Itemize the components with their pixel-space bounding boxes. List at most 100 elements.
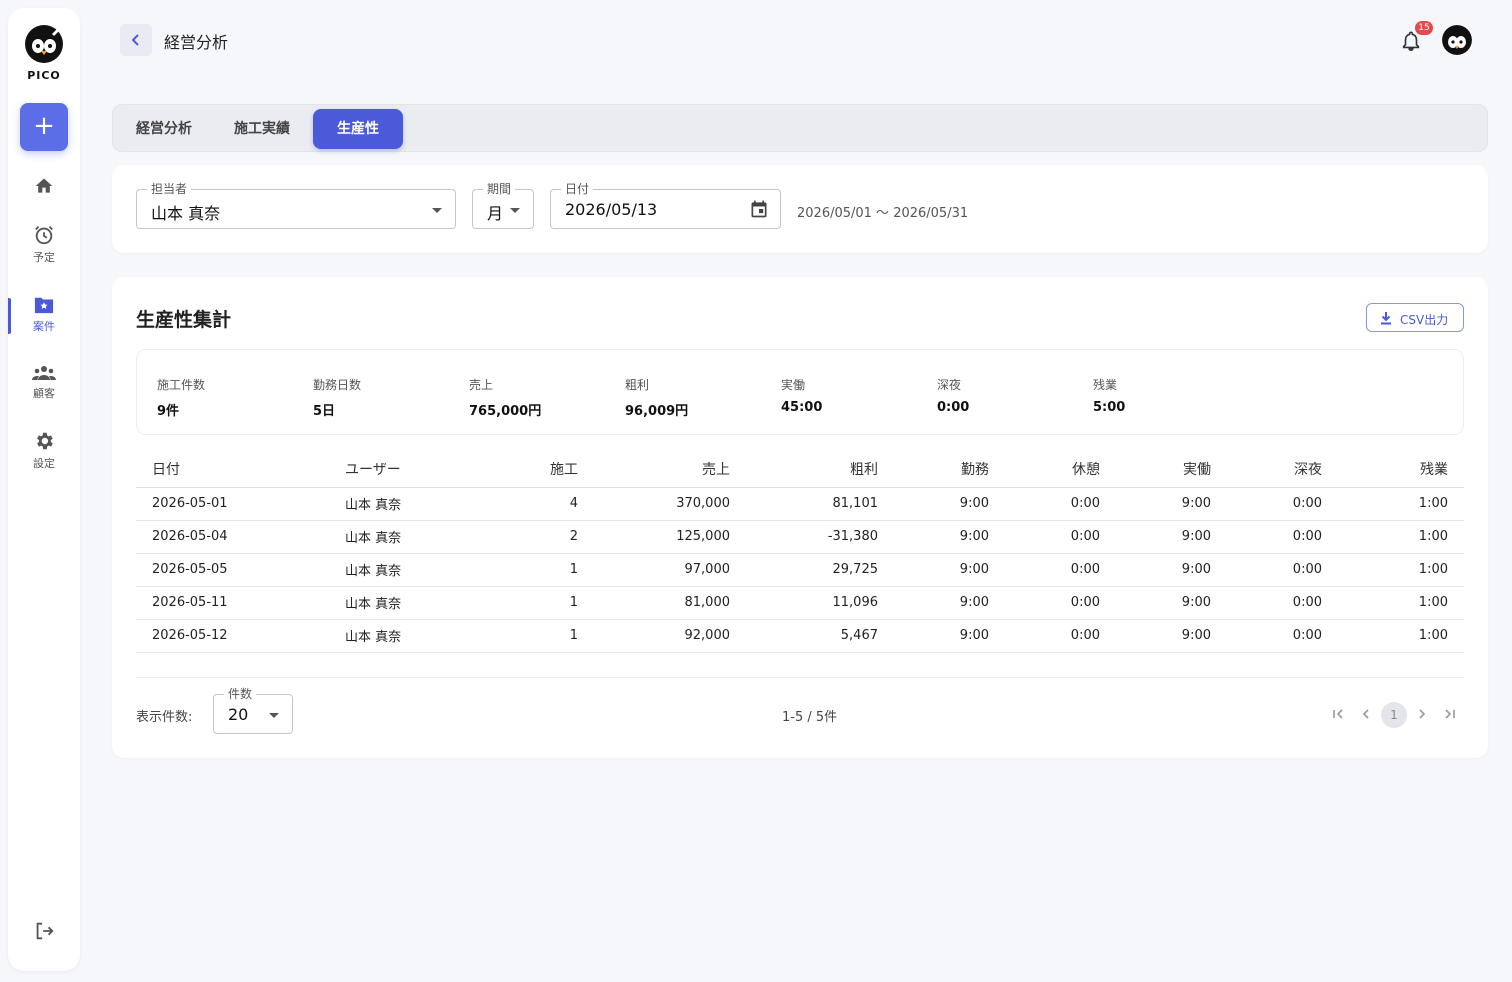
cell-work: 9:00: [894, 487, 1005, 521]
cell-actual: 9:00: [1116, 586, 1227, 620]
column-header-actual[interactable]: 実働: [1116, 452, 1227, 488]
download-icon: [1381, 312, 1391, 325]
sidebar-item-settings[interactable]: 設定: [8, 430, 80, 471]
stat-label: 勤務日数: [313, 378, 362, 392]
tab-management-analysis[interactable]: 経営分析: [121, 109, 207, 149]
add-new-button[interactable]: +: [20, 103, 68, 151]
home-icon: [35, 178, 53, 193]
page-1-button[interactable]: 1: [1381, 702, 1407, 728]
cell-gross-profit: 11,096: [746, 586, 894, 620]
date-field[interactable]: 日付 2026/05/13: [550, 182, 781, 229]
next-page-button[interactable]: [1415, 706, 1429, 725]
cell-construction: 2: [522, 520, 594, 554]
csv-export-button[interactable]: CSV出力: [1366, 303, 1464, 332]
tab-construction-results[interactable]: 施工実績: [217, 109, 307, 149]
column-header-construction[interactable]: 施工: [522, 452, 594, 488]
table-row[interactable]: 2026-05-11 山本 真奈 1 81,000 11,096 9:00 0:…: [136, 586, 1464, 620]
chevron-left-icon: [1362, 709, 1369, 719]
date-label: 日付: [561, 182, 594, 196]
per-page-field-label: 件数: [224, 687, 257, 701]
last-page-button[interactable]: [1443, 706, 1457, 725]
per-page-label: 表示件数:: [136, 710, 193, 725]
stat-actual-hours: 実働 45:00: [781, 376, 822, 415]
section-title: 生産性集計: [136, 309, 232, 331]
sidebar-item-home[interactable]: [8, 176, 80, 196]
cell-work: 9:00: [894, 520, 1005, 554]
period-select[interactable]: 期間 月: [472, 182, 534, 229]
back-button[interactable]: [120, 24, 152, 56]
stat-value: 96,009円: [625, 404, 689, 419]
people-icon: [32, 366, 56, 380]
stat-label: 粗利: [625, 378, 650, 392]
sidebar-item-label: 案件: [33, 320, 55, 333]
cell-gross-profit: -31,380: [746, 520, 894, 554]
cell-overtime: 1:00: [1338, 487, 1464, 521]
logo-text: PICO: [27, 69, 61, 82]
stat-value: 5:00: [1093, 400, 1126, 415]
column-header-date[interactable]: 日付: [136, 452, 329, 488]
date-value: 2026/05/13: [565, 200, 658, 219]
caret-down-icon: [269, 713, 279, 718]
cell-gross-profit: 81,101: [746, 487, 894, 521]
sidebar-item-schedule[interactable]: 予定: [8, 224, 80, 265]
first-page-button[interactable]: [1331, 706, 1345, 725]
cell-break: 0:00: [1005, 553, 1116, 587]
cell-actual: 9:00: [1116, 553, 1227, 587]
stat-gross-profit: 粗利 96,009円: [625, 376, 688, 419]
first-page-icon: [1333, 709, 1343, 719]
cell-gross-profit: 29,725: [746, 553, 894, 587]
cell-overtime: 1:00: [1338, 553, 1464, 587]
cell-late-night: 0:00: [1227, 619, 1338, 653]
sidebar-item-projects[interactable]: 案件: [8, 295, 80, 334]
cell-break: 0:00: [1005, 487, 1116, 521]
stat-sales: 売上 765,000円: [469, 376, 541, 419]
caret-down-icon: [510, 208, 520, 213]
sidebar-item-label: 顧客: [33, 387, 55, 400]
column-header-break[interactable]: 休憩: [1005, 452, 1116, 488]
assignee-select[interactable]: 担当者 山本 真奈: [136, 182, 456, 229]
calendar-icon[interactable]: [749, 199, 769, 219]
cell-user: 山本 真奈: [329, 520, 522, 554]
summary-stats: 施工件数 9件 勤務日数 5日 売上 765,000円 粗利 96,009円 実…: [136, 349, 1464, 435]
table-row[interactable]: 2026-05-12 山本 真奈 1 92,000 5,467 9:00 0:0…: [136, 619, 1464, 653]
cell-construction: 1: [522, 553, 594, 587]
logout-icon: [36, 922, 54, 940]
column-header-late-night[interactable]: 深夜: [1227, 452, 1338, 488]
stat-value: 45:00: [781, 400, 823, 415]
column-header-gross-profit[interactable]: 粗利: [746, 452, 894, 488]
cell-sales: 370,000: [594, 487, 746, 521]
notification-badge: 15: [1415, 21, 1433, 35]
sidebar-item-customers[interactable]: 顧客: [8, 364, 80, 401]
prev-page-button[interactable]: [1359, 706, 1373, 725]
pico-logo[interactable]: [24, 24, 64, 64]
table-row[interactable]: 2026-05-04 山本 真奈 2 125,000 -31,380 9:00 …: [136, 520, 1464, 554]
tab-productivity[interactable]: 生産性: [313, 109, 403, 149]
logout-button[interactable]: [8, 920, 80, 942]
table-row[interactable]: 2026-05-05 山本 真奈 1 97,000 29,725 9:00 0:…: [136, 553, 1464, 587]
pagination-info: 1-5 / 5件: [782, 710, 838, 725]
column-header-sales[interactable]: 売上: [594, 452, 746, 488]
per-page-select[interactable]: 件数 20: [213, 687, 293, 734]
cell-date: 2026-05-05: [136, 553, 329, 587]
stat-overtime: 残業 5:00: [1093, 376, 1125, 415]
cell-date: 2026-05-11: [136, 586, 329, 620]
period-value: 月: [487, 204, 504, 223]
cell-late-night: 0:00: [1227, 487, 1338, 521]
column-header-overtime[interactable]: 残業: [1338, 452, 1464, 488]
column-header-user[interactable]: ユーザー: [329, 452, 522, 488]
stat-value: 9件: [157, 404, 180, 419]
sidebar: PICO + 予定 案件 顧客 設定: [8, 8, 80, 971]
cell-actual: 9:00: [1116, 619, 1227, 653]
alarm-clock-icon: [35, 226, 53, 245]
cell-late-night: 0:00: [1227, 520, 1338, 554]
cell-break: 0:00: [1005, 520, 1116, 554]
cell-sales: 125,000: [594, 520, 746, 554]
footer-divider: [136, 677, 1464, 678]
column-header-work[interactable]: 勤務: [894, 452, 1005, 488]
cell-construction: 1: [522, 619, 594, 653]
table-row[interactable]: 2026-05-01 山本 真奈 4 370,000 81,101 9:00 0…: [136, 487, 1464, 521]
page-title: 経営分析: [164, 33, 229, 52]
cell-sales: 92,000: [594, 619, 746, 653]
cell-late-night: 0:00: [1227, 586, 1338, 620]
avatar[interactable]: [1442, 25, 1472, 55]
